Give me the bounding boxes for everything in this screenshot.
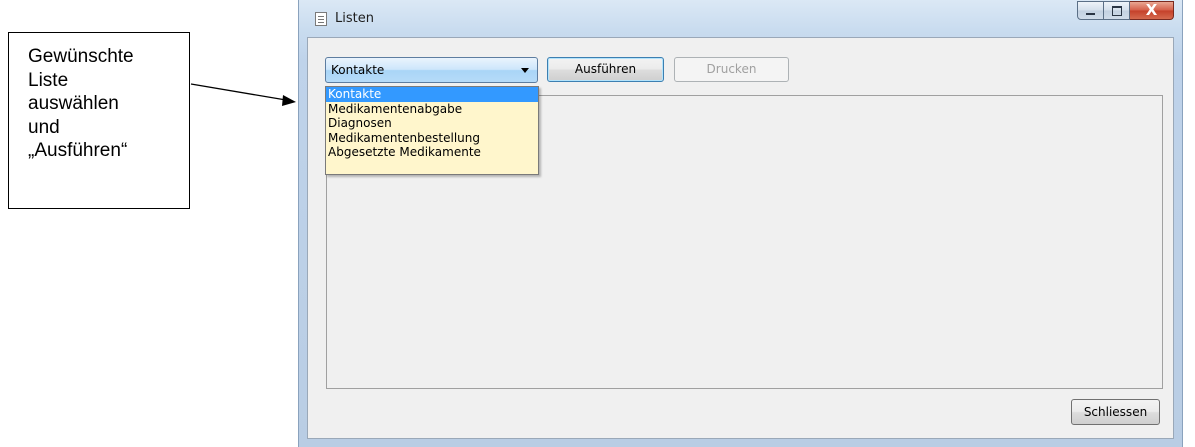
print-button: Drucken — [674, 57, 789, 82]
list-select[interactable]: Kontakte — [325, 57, 538, 83]
list-select-value: Kontakte — [331, 63, 385, 77]
close-window-button[interactable]: X — [1130, 1, 1174, 20]
dropdown-item-kontakte[interactable]: Kontakte — [326, 87, 538, 102]
callout-line: „Ausführen“ — [28, 140, 128, 161]
dropdown-item-abgesetzte-medikamente[interactable]: Abgesetzte Medikamente — [326, 145, 538, 160]
dropdown-item-diagnosen[interactable]: Diagnosen — [326, 116, 538, 131]
listen-window: Listen X Kontakte Ausführen Drucken Kont… — [298, 0, 1183, 447]
window-title: Listen — [335, 11, 374, 26]
list-dropdown: Kontakte Medikamentenabgabe Diagnosen Me… — [325, 86, 539, 175]
dropdown-item-medikamentenbestellung[interactable]: Medikamentenbestellung — [326, 131, 538, 146]
maximize-button[interactable] — [1104, 1, 1130, 20]
callout-line: Liste — [28, 69, 69, 91]
annotation-callout: Gewünschte Liste auswählen und „Ausführe… — [8, 32, 190, 209]
caption-buttons: X — [1077, 1, 1174, 20]
window-client-area: Kontakte Ausführen Drucken Kontakte Medi… — [307, 37, 1174, 439]
callout-line: Gewünschte — [28, 46, 134, 67]
callout-line: auswählen — [28, 93, 119, 114]
dropdown-item-medikamentenabgabe[interactable]: Medikamentenabgabe — [326, 102, 538, 117]
chevron-down-icon[interactable] — [521, 68, 529, 73]
minimize-icon — [1086, 13, 1095, 15]
run-button[interactable]: Ausführen — [547, 57, 664, 82]
title-bar[interactable]: Listen X — [299, 0, 1182, 36]
callout-line: und — [28, 116, 60, 138]
maximize-icon — [1112, 6, 1122, 16]
list-icon — [315, 12, 327, 26]
close-icon: X — [1145, 1, 1158, 19]
minimize-button[interactable] — [1077, 1, 1104, 20]
schliessen-button[interactable]: Schliessen — [1071, 399, 1160, 425]
